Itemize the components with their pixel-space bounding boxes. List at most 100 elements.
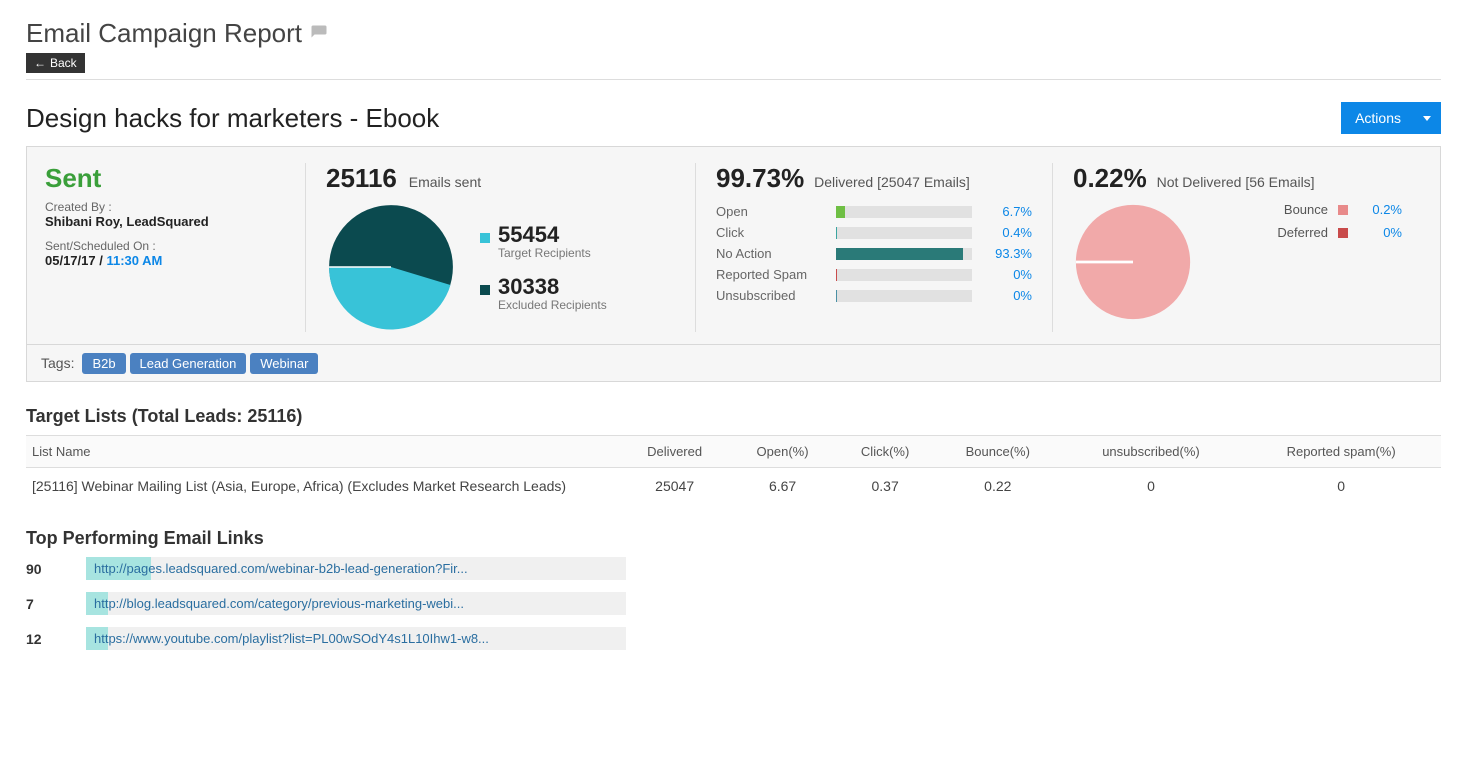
tag[interactable]: Webinar [250, 353, 318, 374]
link-row: 90 http://pages.leadsquared.com/webinar-b… [26, 557, 626, 580]
not-delivered-block: 0.22% Not Delivered [56 Emails] Bounce0.… [1052, 163, 1422, 332]
emails-sent-header: 25116 Emails sent [326, 163, 675, 194]
sent-pie-chart [326, 202, 456, 332]
created-by-label: Created By : [45, 200, 285, 214]
bar-track [836, 206, 972, 218]
link-url: http://blog.leadsquared.com/category/pre… [94, 596, 464, 611]
bar-row: Reported Spam 0% [716, 267, 1032, 282]
bar-value: 0.4% [982, 225, 1032, 240]
table-cell: [25116] Webinar Mailing List (Asia, Euro… [26, 468, 619, 505]
table-cell: 0 [1061, 468, 1242, 505]
legend-row: Bounce0.2% [1211, 202, 1402, 217]
bar-label: Click [716, 225, 826, 240]
bar-track [836, 269, 972, 281]
legend-label: Deferred [1277, 225, 1328, 240]
status-badge: Sent [45, 163, 285, 194]
legend-value: 0.2% [1358, 202, 1402, 217]
table-header-row: List NameDeliveredOpen(%)Click(%)Bounce(… [26, 436, 1441, 468]
tag[interactable]: B2b [82, 353, 125, 374]
table-header-cell: Reported spam(%) [1241, 436, 1441, 468]
bar-fill [836, 269, 837, 281]
back-button[interactable]: ← Back [26, 53, 85, 73]
bar-label: Open [716, 204, 826, 219]
link-count: 7 [26, 596, 66, 612]
bar-fill [836, 290, 837, 302]
delivered-bars-chart: Open 6.7% Click 0.4% No Action 93.3% Reported … [716, 204, 1032, 303]
not-delivered-label: Not Delivered [56 Emails] [1157, 174, 1315, 190]
table-header-cell: unsubscribed(%) [1061, 436, 1242, 468]
square-icon [1338, 205, 1348, 215]
table-header-cell: List Name [26, 436, 619, 468]
delivered-header: 99.73% Delivered [25047 Emails] [716, 163, 1032, 194]
bar-track [836, 290, 972, 302]
table-header-cell: Click(%) [835, 436, 935, 468]
page-title: Email Campaign Report [26, 18, 1441, 49]
square-icon [1338, 228, 1348, 238]
link-bar[interactable]: https://www.youtube.com/playlist?list=PL… [86, 627, 626, 650]
link-url: http://pages.leadsquared.com/webinar-b2b… [94, 561, 468, 576]
legend-row: Deferred 0% [1211, 225, 1402, 240]
legend-value: 0% [1358, 225, 1402, 240]
bar-value: 6.7% [982, 204, 1032, 219]
bar-row: Click 0.4% [716, 225, 1032, 240]
not-delivered-pie-chart [1073, 202, 1193, 322]
link-bar[interactable]: http://blog.leadsquared.com/category/pre… [86, 592, 626, 615]
excluded-recipients-label: Excluded Recipients [480, 298, 607, 312]
header: Email Campaign Report ← Back [26, 18, 1441, 80]
back-label: Back [50, 56, 77, 70]
square-icon [480, 233, 490, 243]
bar-value: 93.3% [982, 246, 1032, 261]
emails-sent-block: 25116 Emails sent 55454 Target Recipient… [305, 163, 695, 332]
square-icon [480, 285, 490, 295]
sent-on-time: 11:30 AM [106, 253, 162, 268]
link-row: 7 http://blog.leadsquared.com/category/pr… [26, 592, 626, 615]
status-block: Sent Created By : Shibani Roy, LeadSquar… [45, 163, 305, 332]
comment-icon[interactable] [310, 18, 328, 49]
actions-label: Actions [1355, 110, 1401, 126]
table-cell: 0.37 [835, 468, 935, 505]
not-delivered-percent: 0.22% [1073, 163, 1147, 193]
emails-sent-label: Emails sent [409, 174, 481, 190]
delivered-percent: 99.73% [716, 163, 804, 193]
bar-track [836, 248, 972, 260]
sent-on-label: Sent/Scheduled On : [45, 239, 285, 253]
actions-dropdown[interactable]: Actions [1341, 102, 1441, 134]
not-delivered-header: 0.22% Not Delivered [56 Emails] [1073, 163, 1402, 194]
excluded-recipients-value: 30338 [498, 274, 559, 299]
delivered-label: Delivered [25047 Emails] [814, 174, 970, 190]
link-count: 90 [26, 561, 66, 577]
table-cell: 0 [1241, 468, 1441, 505]
tags-row: Tags: B2b Lead Generation Webinar [26, 345, 1441, 382]
not-delivered-legend: Bounce0.2% Deferred 0% [1211, 202, 1402, 240]
bar-row: Unsubscribed0% [716, 288, 1032, 303]
table-cell: 0.22 [935, 468, 1061, 505]
link-bar[interactable]: http://pages.leadsquared.com/webinar-b2b… [86, 557, 626, 580]
created-by-value: Shibani Roy, LeadSquared [45, 214, 285, 229]
bar-fill [836, 227, 837, 239]
summary-panel: Sent Created By : Shibani Roy, LeadSquar… [26, 146, 1441, 345]
table-cell: 25047 [619, 468, 729, 505]
bar-value: 0% [982, 288, 1032, 303]
link-count: 12 [26, 631, 66, 647]
sent-on-value: 05/17/17 / 11:30 AM [45, 253, 285, 268]
legend-excluded-recipients: 30338 Excluded Recipients [480, 274, 607, 312]
page-title-text: Email Campaign Report [26, 18, 302, 49]
target-lists-table: List NameDeliveredOpen(%)Click(%)Bounce(… [26, 435, 1441, 504]
legend-target-recipients: 55454 Target Recipients [480, 222, 607, 260]
top-links-list: 90 http://pages.leadsquared.com/webinar-b… [26, 557, 626, 650]
bar-label: Reported Spam [716, 267, 826, 282]
bar-fill [836, 248, 963, 260]
table-header-cell: Delivered [619, 436, 729, 468]
bar-track [836, 227, 972, 239]
link-url: https://www.youtube.com/playlist?list=PL… [94, 631, 489, 646]
bar-row: No Action 93.3% [716, 246, 1032, 261]
arrow-left-icon: ← [34, 56, 46, 70]
table-row: [25116] Webinar Mailing List (Asia, Euro… [26, 468, 1441, 505]
campaign-title: Design hacks for marketers - Ebook [26, 103, 439, 134]
bar-row: Open 6.7% [716, 204, 1032, 219]
emails-sent-count: 25116 [326, 163, 397, 193]
bar-value: 0% [982, 267, 1032, 282]
bar-label: No Action [716, 246, 826, 261]
tag[interactable]: Lead Generation [130, 353, 247, 374]
link-row: 12 https://www.youtube.com/playlist?list=… [26, 627, 626, 650]
